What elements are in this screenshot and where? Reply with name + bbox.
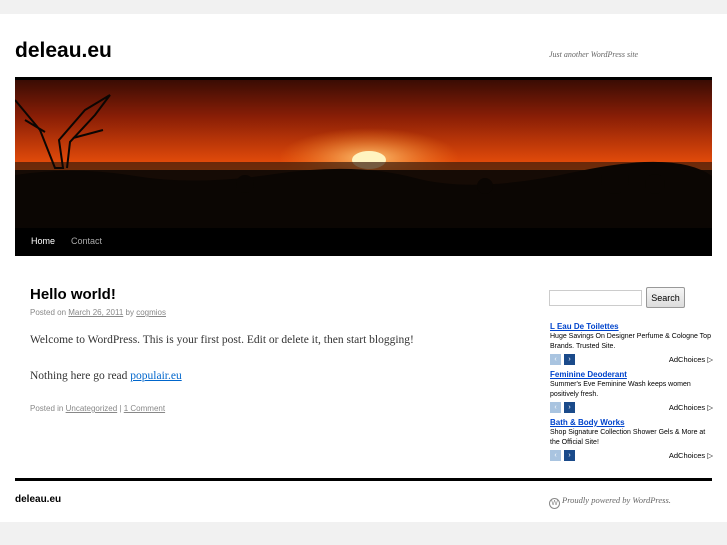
ad-unit: L Eau De Toilettes Huge Savings On Desig… — [550, 322, 713, 366]
post-meta: Posted on March 26, 2011 by cogmios — [30, 308, 166, 317]
ad-unit: Bath & Body Works Shop Signature Collect… — [550, 418, 713, 462]
header-image — [15, 80, 712, 228]
posted-in-label: Posted in — [30, 404, 64, 413]
page-wrapper: deleau.eu Just another WordPress site Ho… — [0, 14, 727, 522]
author-link[interactable]: cogmios — [136, 308, 166, 317]
wordpress-icon: W — [549, 498, 560, 509]
ad-title-link[interactable]: Feminine Deoderant — [550, 370, 713, 379]
sunset-photo — [15, 80, 712, 228]
search-input[interactable] — [549, 290, 642, 306]
ad-title-link[interactable]: Bath & Body Works — [550, 418, 713, 427]
ad-controls: ‹ › AdChoices ▷ — [550, 354, 713, 366]
by-label: by — [125, 308, 134, 317]
post-paragraph: Nothing here go read populair.eu — [30, 370, 182, 382]
ad-text: Shop Signature Collection Shower Gels & … — [550, 429, 706, 446]
post-title[interactable]: Hello world! — [30, 286, 116, 303]
chevron-right-icon[interactable]: › — [564, 354, 575, 365]
chevron-left-icon[interactable]: ‹ — [550, 450, 561, 461]
site-title[interactable]: deleau.eu — [15, 39, 112, 63]
category-link[interactable]: Uncategorized — [66, 404, 118, 413]
post-paragraph-text: Nothing here go read — [30, 370, 131, 382]
post-date-link[interactable]: March 26, 2011 — [68, 308, 123, 317]
populair-link[interactable]: populair.eu — [130, 370, 181, 382]
adchoices-link[interactable]: AdChoices ▷ — [669, 451, 713, 460]
post-utility: Posted in Uncategorized | 1 Comment — [30, 404, 165, 413]
post-paragraph: Welcome to WordPress. This is your first… — [30, 334, 414, 346]
ad-controls: ‹ › AdChoices ▷ — [550, 450, 713, 462]
posted-on-label: Posted on — [30, 308, 67, 317]
utility-separator: | — [119, 404, 122, 413]
footer-site-title[interactable]: deleau.eu — [15, 494, 61, 505]
chevron-left-icon[interactable]: ‹ — [550, 354, 561, 365]
powered-by-link[interactable]: Proudly powered by WordPress. — [562, 495, 671, 505]
chevron-right-icon[interactable]: › — [564, 402, 575, 413]
chevron-left-icon[interactable]: ‹ — [550, 402, 561, 413]
site-description: Just another WordPress site — [549, 50, 639, 59]
powered-by: W Proudly powered by WordPress. — [549, 495, 671, 509]
ad-title-link[interactable]: L Eau De Toilettes — [550, 322, 713, 331]
search-button[interactable]: Search — [646, 287, 685, 308]
ad-text: Summer's Eve Feminine Wash keeps women p… — [550, 381, 691, 398]
footer-top-bar — [15, 478, 712, 481]
ad-unit: Feminine Deoderant Summer's Eve Feminine… — [550, 370, 713, 414]
main-menu: Home Contact — [15, 228, 712, 256]
adchoices-link[interactable]: AdChoices ▷ — [669, 355, 713, 364]
menu-item-contact[interactable]: Contact — [71, 228, 102, 256]
comments-link[interactable]: 1 Comment — [124, 404, 165, 413]
adchoices-link[interactable]: AdChoices ▷ — [669, 403, 713, 412]
ad-text: Huge Savings On Designer Perfume & Colog… — [550, 333, 711, 350]
ad-controls: ‹ › AdChoices ▷ — [550, 402, 713, 414]
menu-item-home[interactable]: Home — [31, 228, 55, 256]
chevron-right-icon[interactable]: › — [564, 450, 575, 461]
